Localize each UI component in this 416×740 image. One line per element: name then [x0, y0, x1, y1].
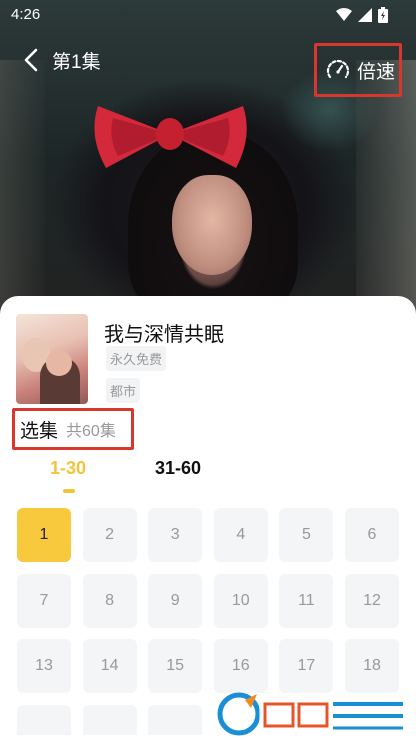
episode-button[interactable]: 8 — [82, 573, 137, 628]
tag-genre: 都市 — [106, 378, 141, 403]
signal-icon — [358, 8, 372, 22]
episode-sheet: 我与深情共眠 永久免费 都市 选集 共60集 1-30 31-60 1 2 3 … — [0, 296, 416, 740]
speed-label: 倍速 — [357, 61, 396, 83]
episode-button[interactable]: 2 — [82, 508, 137, 562]
speedometer-icon — [326, 59, 350, 79]
tag-free: 永久免费 — [106, 346, 167, 371]
episode-title: 第1集 — [52, 52, 101, 73]
episode-button[interactable]: 5 — [279, 508, 334, 562]
episode-button[interactable]: 12 — [345, 573, 399, 628]
episode-button[interactable]: 11 — [279, 573, 334, 628]
drama-poster — [16, 314, 88, 404]
episode-button[interactable]: 7 — [17, 573, 71, 628]
range-tab-31-60[interactable]: 31-60 — [155, 458, 201, 479]
episode-button-partial[interactable] — [17, 704, 71, 735]
episode-button[interactable]: 4 — [213, 508, 268, 562]
episode-button[interactable]: 14 — [82, 639, 137, 693]
episode-button[interactable]: 9 — [148, 573, 203, 628]
episode-selector-header: 选集 共60集 — [12, 408, 134, 450]
wifi-icon — [336, 8, 352, 21]
battery-icon — [378, 7, 388, 23]
range-tab-indicator — [63, 489, 75, 493]
status-time: 4:26 — [11, 6, 41, 23]
drama-title: 我与深情共眠 — [104, 324, 224, 346]
speed-button[interactable]: 倍速 — [314, 43, 402, 97]
episode-button-partial[interactable] — [148, 704, 203, 735]
site-watermark-logo — [217, 692, 409, 736]
episode-button[interactable]: 17 — [279, 639, 334, 693]
episode-button[interactable]: 13 — [17, 639, 71, 693]
status-bar: 4:26 — [0, 0, 416, 30]
episode-button-partial[interactable] — [82, 704, 137, 735]
status-icons — [336, 7, 388, 23]
episode-button[interactable]: 16 — [213, 639, 268, 693]
poster-figure-3 — [46, 350, 72, 376]
curtain-left — [0, 60, 45, 320]
episode-button[interactable]: 10 — [213, 573, 268, 628]
back-chevron-left-icon[interactable] — [20, 46, 44, 74]
range-tab-1-30[interactable]: 1-30 — [50, 458, 86, 479]
episode-button[interactable]: 15 — [148, 639, 203, 693]
episode-count: 共60集 — [66, 423, 116, 440]
episode-button[interactable]: 1 — [17, 508, 71, 562]
curtain-right — [356, 60, 416, 320]
video-face — [172, 175, 252, 275]
select-label: 选集 — [20, 420, 59, 442]
episode-button[interactable]: 3 — [148, 508, 203, 562]
red-bow — [94, 106, 247, 168]
episode-button[interactable]: 18 — [345, 639, 399, 693]
episode-button[interactable]: 6 — [345, 508, 399, 562]
